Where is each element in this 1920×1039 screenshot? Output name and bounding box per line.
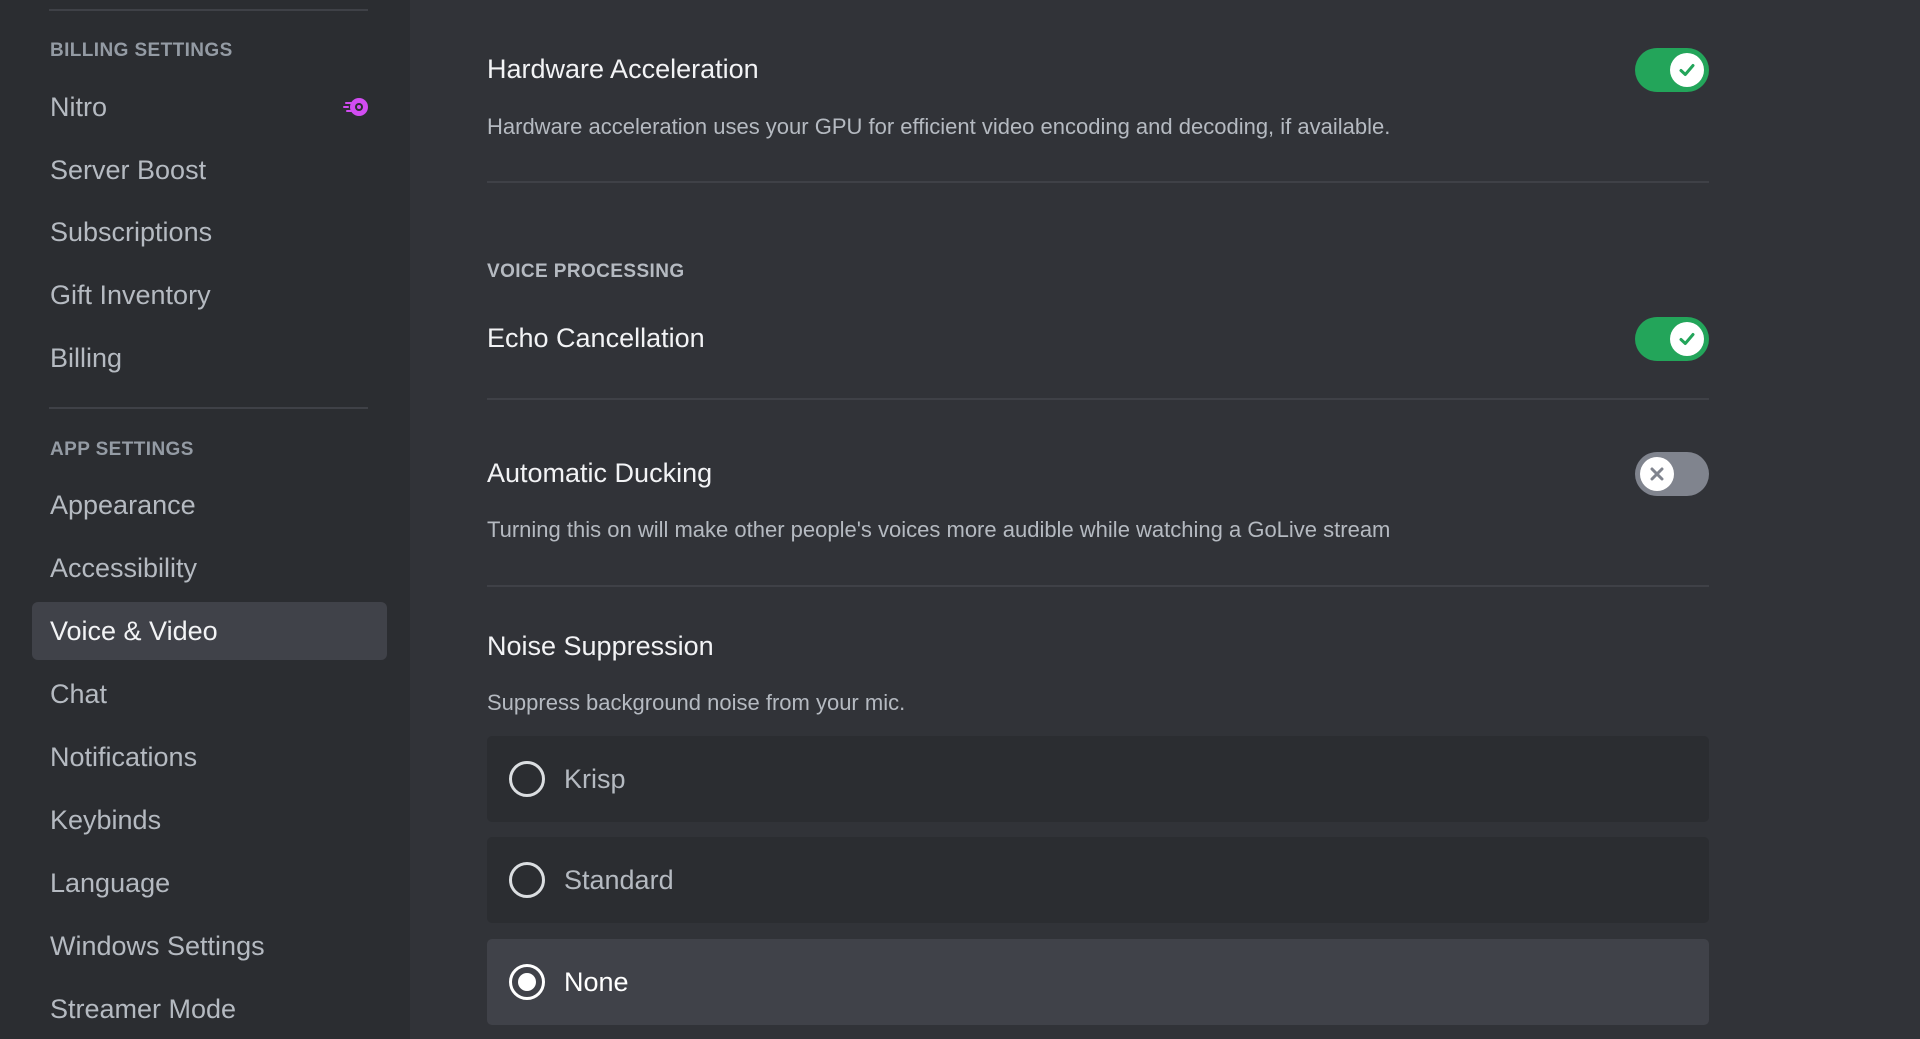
sidebar-divider: [49, 407, 368, 409]
sidebar-item-label: Notifications: [50, 742, 198, 772]
hardware-acceleration-description: Hardware acceleration uses your GPU for …: [487, 114, 1391, 139]
sidebar-item-label: Appearance: [50, 490, 196, 520]
section-divider: [487, 181, 1709, 183]
hardware-acceleration-toggle[interactable]: [1635, 48, 1709, 92]
sidebar-header-app-settings: APP SETTINGS: [50, 439, 194, 460]
sidebar-divider: [49, 9, 368, 11]
sidebar-item-label: Chat: [50, 679, 108, 709]
section-divider: [487, 398, 1709, 400]
sidebar-item-label: Nitro: [50, 92, 108, 122]
check-icon: [1679, 64, 1695, 76]
radio-button[interactable]: [509, 964, 545, 1000]
hardware-acceleration-title: Hardware Acceleration: [487, 54, 759, 84]
voice-processing-header: VOICE PROCESSING: [487, 261, 685, 282]
sidebar-item-label: Windows Settings: [50, 931, 265, 961]
noise-suppression-option-none[interactable]: None: [487, 939, 1709, 1025]
sidebar-item-streamer-mode[interactable]: Streamer Mode: [32, 980, 387, 1038]
toggle-knob: [1640, 457, 1674, 491]
settings-content: Hardware Acceleration Hardware accelerat…: [410, 0, 1920, 1039]
sidebar-item-label: Language: [50, 868, 171, 898]
toggle-knob: [1670, 53, 1704, 87]
echo-cancellation-toggle[interactable]: [1635, 317, 1709, 361]
sidebar-item-appearance[interactable]: Appearance: [32, 476, 387, 534]
sidebar-item-label: Keybinds: [50, 805, 162, 835]
sidebar-item-voice-video[interactable]: Voice & Video: [32, 602, 387, 660]
radio-button[interactable]: [509, 862, 545, 898]
automatic-ducking-description: Turning this on will make other people's…: [487, 517, 1391, 542]
radio-label: None: [564, 967, 629, 997]
sidebar-item-subscriptions[interactable]: Subscriptions: [32, 203, 387, 261]
sidebar-item-language[interactable]: Language: [32, 854, 387, 912]
check-icon: [1679, 333, 1695, 345]
noise-suppression-option-standard[interactable]: Standard: [487, 837, 1709, 923]
close-icon: [1650, 467, 1664, 481]
radio-label: Krisp: [564, 764, 626, 794]
echo-cancellation-title: Echo Cancellation: [487, 323, 705, 353]
sidebar-header-billing-settings: BILLING SETTINGS: [50, 40, 233, 61]
sidebar-item-label: Gift Inventory: [50, 280, 211, 310]
sidebar-item-nitro[interactable]: Nitro: [32, 78, 387, 136]
sidebar-item-notifications[interactable]: Notifications: [32, 728, 387, 786]
section-divider: [487, 585, 1709, 587]
sidebar-item-keybinds[interactable]: Keybinds: [32, 791, 387, 849]
sidebar-item-label: Voice & Video: [50, 616, 218, 646]
automatic-ducking-title: Automatic Ducking: [487, 458, 713, 488]
radio-label: Standard: [564, 865, 674, 895]
sidebar-item-billing[interactable]: Billing: [32, 329, 387, 387]
automatic-ducking-toggle[interactable]: [1635, 452, 1709, 496]
noise-suppression-option-krisp[interactable]: Krisp: [487, 736, 1709, 822]
noise-suppression-description: Suppress background noise from your mic.: [487, 690, 906, 715]
sidebar-item-label: Billing: [50, 343, 123, 373]
sidebar-item-label: Streamer Mode: [50, 994, 237, 1024]
sidebar-item-server-boost[interactable]: Server Boost: [32, 141, 387, 199]
toggle-knob: [1670, 322, 1704, 356]
sidebar-item-windows-settings[interactable]: Windows Settings: [32, 917, 387, 975]
sidebar-item-label: Server Boost: [50, 155, 207, 185]
sidebar-item-accessibility[interactable]: Accessibility: [32, 539, 387, 597]
nitro-icon: [343, 98, 368, 116]
sidebar-item-chat[interactable]: Chat: [32, 665, 387, 723]
sidebar-item-gift-inventory[interactable]: Gift Inventory: [32, 266, 387, 324]
radio-selected-dot: [518, 973, 536, 991]
sidebar-item-label: Accessibility: [50, 553, 198, 583]
noise-suppression-title: Noise Suppression: [487, 631, 714, 661]
settings-sidebar: BILLING SETTINGS Nitro Server Boost Subs…: [0, 0, 410, 1039]
sidebar-item-label: Subscriptions: [50, 217, 213, 247]
radio-button[interactable]: [509, 761, 545, 797]
